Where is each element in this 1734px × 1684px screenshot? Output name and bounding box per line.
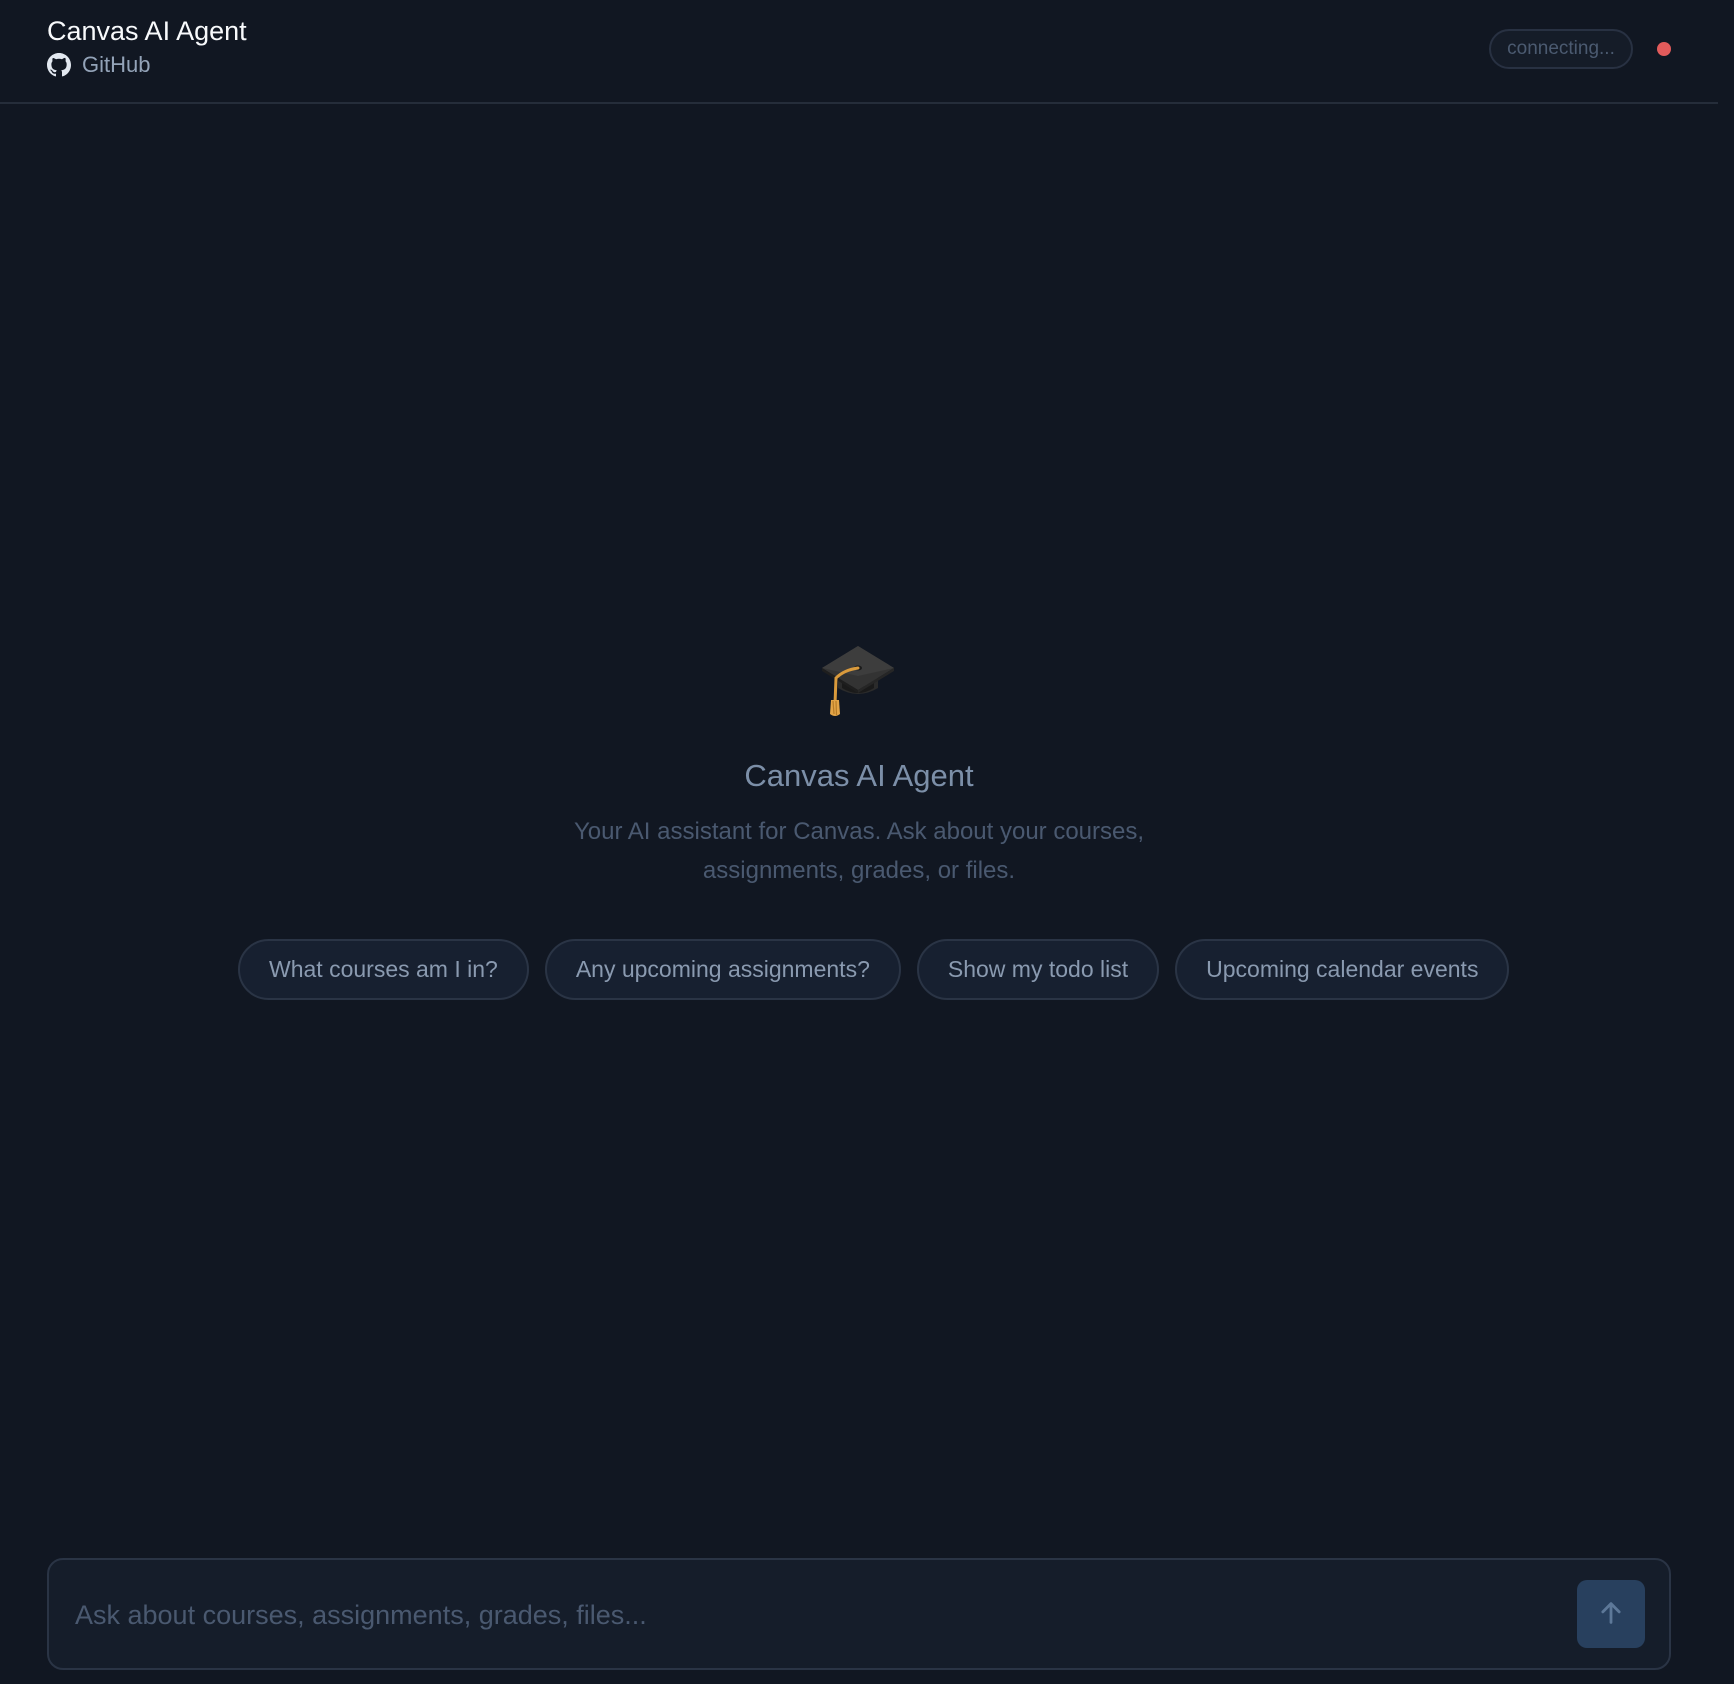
app-title: Canvas AI Agent <box>47 16 247 46</box>
app-root: Canvas AI Agent GitHub connecting... Can… <box>0 0 1734 1684</box>
suggestion-chips: What courses am I in? Any upcoming assig… <box>238 939 1510 1000</box>
github-label: GitHub <box>82 52 151 77</box>
suggestion-chip-courses[interactable]: What courses am I in? <box>238 939 529 1000</box>
graduation-cap-icon <box>818 638 898 718</box>
hero-title: Canvas AI Agent <box>744 758 974 793</box>
send-button[interactable] <box>1577 1580 1645 1648</box>
arrow-up-icon <box>1597 1599 1625 1630</box>
connection-status-badge: connecting... <box>1489 29 1633 69</box>
hero-subtitle: Your AI assistant for Canvas. Ask about … <box>573 818 1145 884</box>
github-link[interactable]: GitHub <box>47 52 150 78</box>
message-input[interactable] <box>73 1560 1607 1670</box>
github-icon <box>47 53 71 77</box>
suggestion-chip-calendar[interactable]: Upcoming calendar events <box>1175 939 1510 1000</box>
suggestion-chip-assignments[interactable]: Any upcoming assignments? <box>544 939 901 1000</box>
status-indicator-dot <box>1657 42 1671 56</box>
suggestion-chip-todo[interactable]: Show my todo list <box>916 939 1160 1000</box>
message-composer <box>47 1558 1671 1670</box>
top-bar: Canvas AI Agent GitHub connecting... <box>0 0 1718 104</box>
